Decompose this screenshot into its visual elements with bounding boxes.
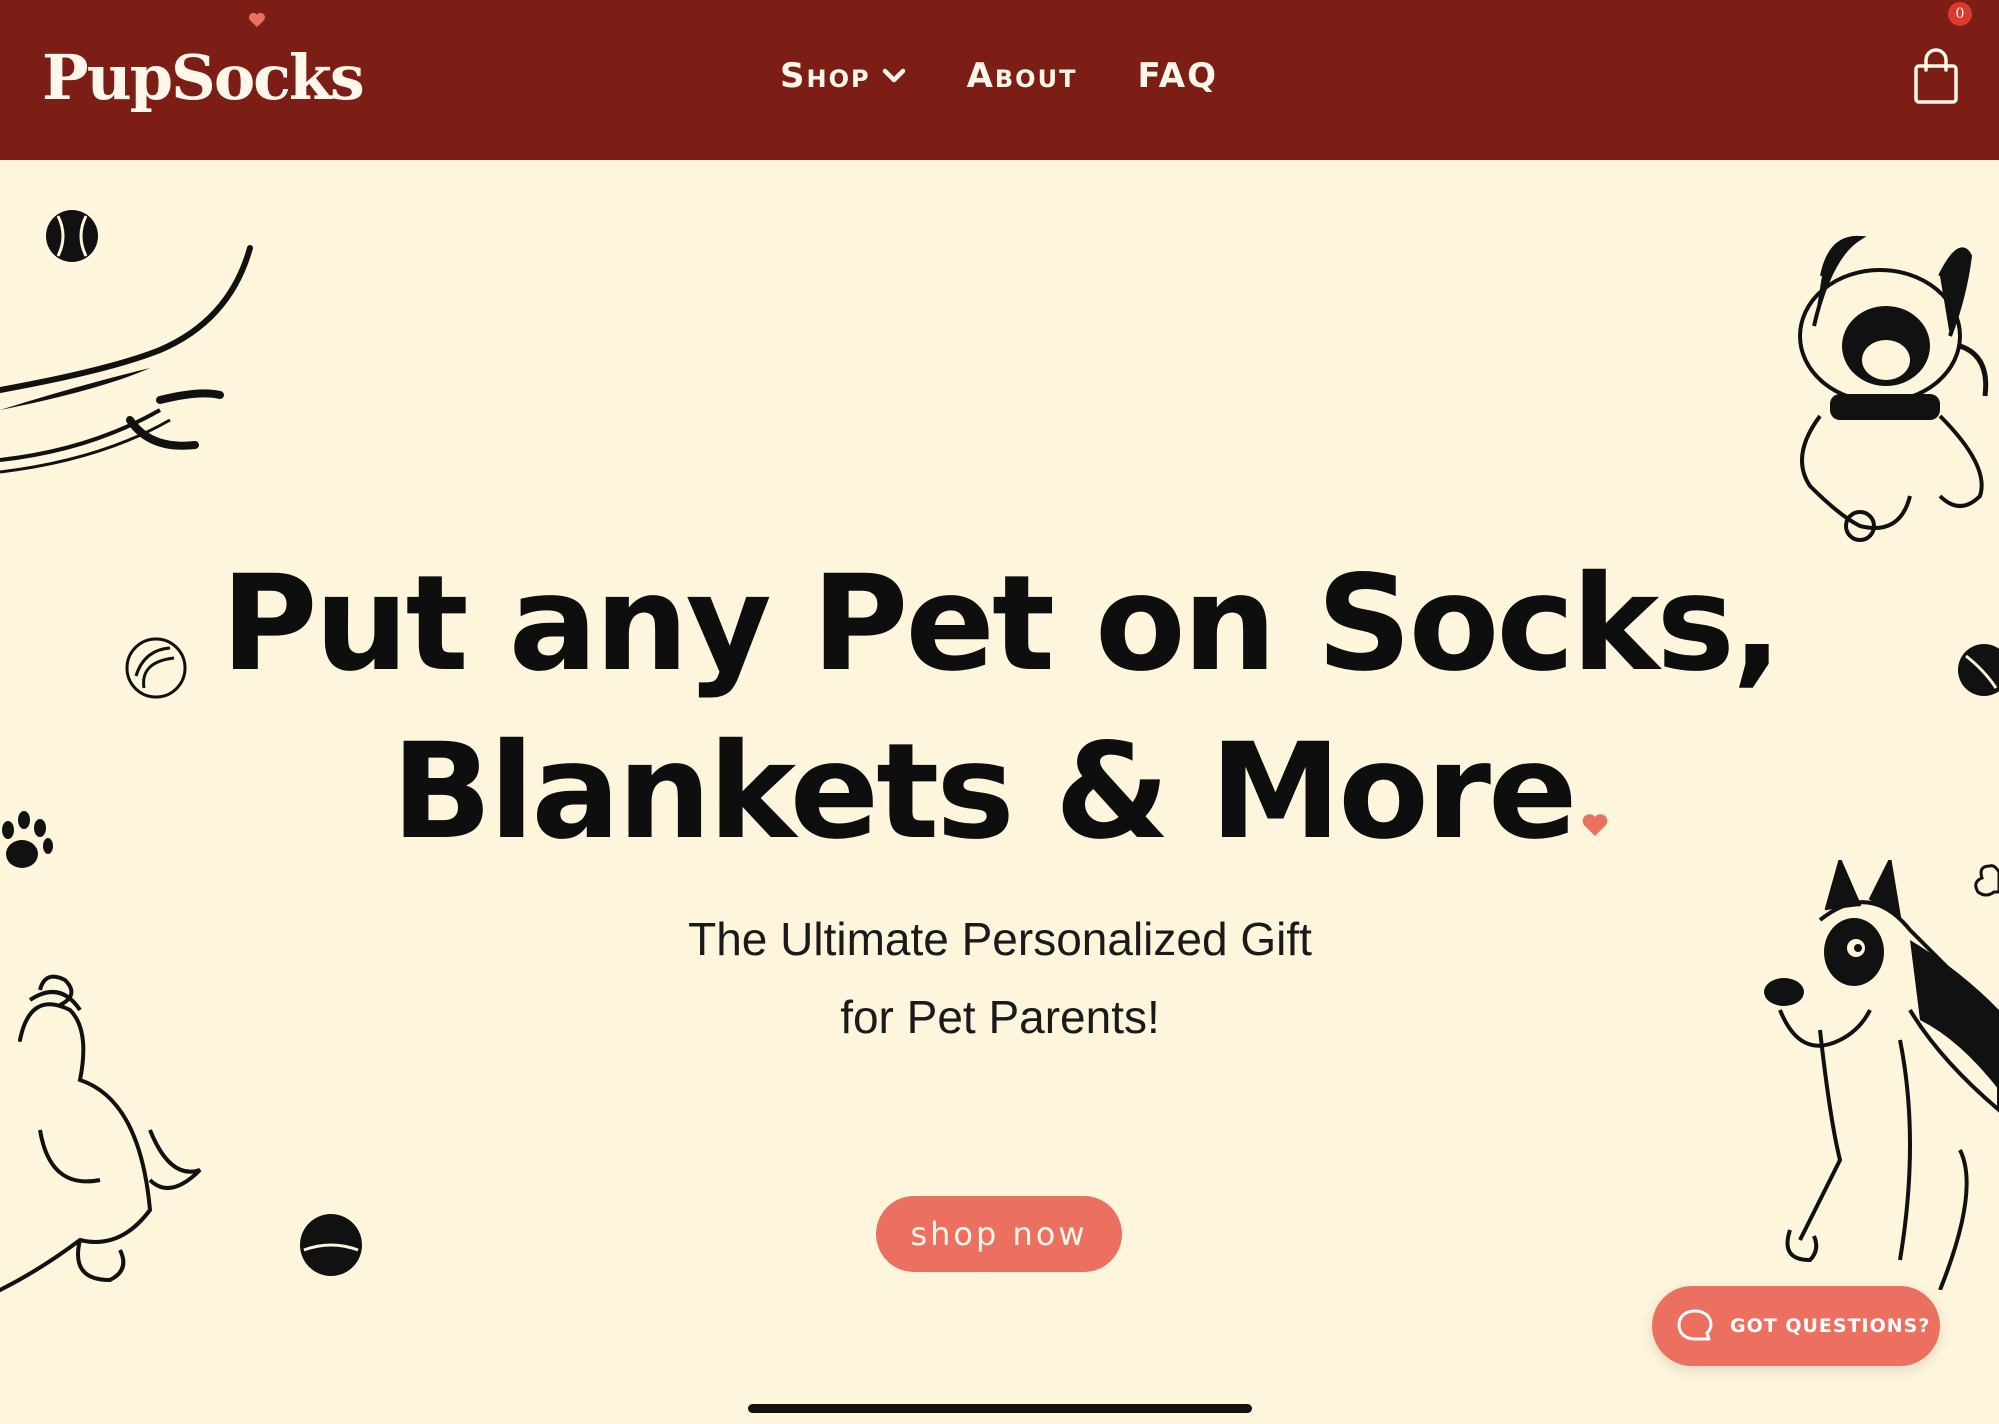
chat-bubble-icon <box>1677 1309 1713 1341</box>
site-header: PupSocks Shop About FAQ <box>0 0 1999 160</box>
hero-title-line-2-text: Blankets & More <box>391 715 1577 869</box>
hero-title-line-1: Put any Pet on Socks, <box>220 547 1782 701</box>
main-nav: Shop About FAQ <box>780 48 1218 104</box>
shop-now-button[interactable]: shop now <box>876 1196 1122 1272</box>
shepherd-dog-illustration <box>1764 860 1999 1290</box>
ball-icon <box>1958 644 1999 696</box>
hero-subtitle-line-1: The Ultimate Personalized Gift <box>688 913 1312 965</box>
chevron-down-icon <box>882 68 905 83</box>
happy-dog-illustration <box>1798 235 1989 542</box>
nav-about-label: About <box>966 56 1078 96</box>
logo-text: PupSocks <box>42 40 365 114</box>
nav-faq[interactable]: FAQ <box>1137 56 1218 96</box>
paw-print-icon <box>2 811 53 868</box>
hero-subtitle-line-2: for Pet Parents! <box>840 991 1160 1043</box>
nav-faq-label: FAQ <box>1137 56 1218 96</box>
logo-heart-icon <box>249 12 265 28</box>
cart-count-badge: 0 <box>1948 2 1972 26</box>
hero-title: Put any Pet on Socks, Blankets & More <box>200 540 1800 876</box>
home-indicator[interactable] <box>748 1404 1252 1413</box>
yarn-ball-icon <box>125 637 187 699</box>
got-questions-button[interactable]: GOT QUESTIONS? <box>1652 1286 1940 1366</box>
hero-title-line-2: Blankets & More <box>200 708 1800 876</box>
dog-tail-illustration <box>0 245 253 474</box>
nav-shop-label: Shop <box>780 56 871 96</box>
page: PupSocks Shop About FAQ 0 Put any Pet on… <box>0 0 1999 1424</box>
dog-back-illustration <box>0 974 202 1292</box>
heart-icon <box>1582 814 1607 836</box>
nav-about[interactable]: About <box>967 56 1078 96</box>
brand-logo[interactable]: PupSocks <box>42 32 365 122</box>
hero-subtitle: The Ultimate Personalized Gift for Pet P… <box>500 900 1500 1056</box>
nav-shop[interactable]: Shop <box>780 56 907 96</box>
got-questions-label: GOT QUESTIONS? <box>1730 1315 1931 1337</box>
shopping-bag-icon[interactable] <box>1912 48 1960 106</box>
ball-icon <box>300 1214 362 1276</box>
